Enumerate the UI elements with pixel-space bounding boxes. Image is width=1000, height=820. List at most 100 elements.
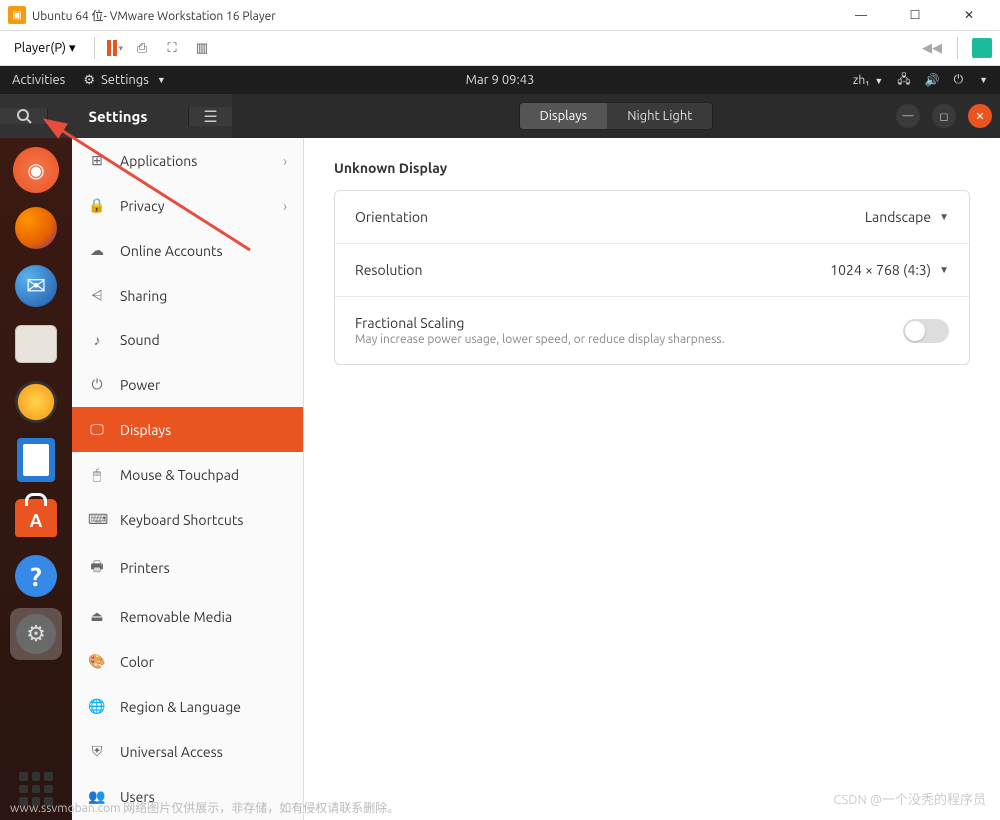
sidebar-item-label: Mouse & Touchpad: [120, 467, 239, 483]
chevron-right-icon: ›: [283, 198, 287, 214]
keyboard-shortcuts-icon: ⌨: [88, 511, 106, 528]
fractional-scaling-row: Fractional Scaling May increase power us…: [335, 297, 969, 364]
gear-icon: ⚙: [16, 614, 56, 654]
dock-ubuntu-software[interactable]: [10, 492, 62, 544]
sound-icon: ♪: [88, 332, 106, 348]
search-button[interactable]: [0, 108, 48, 124]
send-ctrl-alt-del-icon[interactable]: ⎙: [131, 37, 153, 59]
unity-icon[interactable]: ▥: [191, 37, 213, 59]
hamburger-menu[interactable]: ☰: [188, 107, 232, 126]
writer-icon: [17, 438, 55, 482]
player-menu[interactable]: Player(P) ▾: [8, 39, 82, 58]
tab-night-light[interactable]: Night Light: [607, 103, 712, 129]
activities-button[interactable]: Activities: [12, 73, 65, 87]
window-close-button[interactable]: ✕: [968, 104, 992, 128]
sidebar-item-keyboard-shortcuts[interactable]: ⌨ Keyboard Shortcuts: [72, 497, 303, 542]
resolution-value: 1024 × 768 (4:3): [830, 262, 931, 278]
sidebar-item-label: Universal Access: [120, 744, 223, 760]
input-method-indicator[interactable]: zh₁ ▼: [853, 74, 883, 87]
thunderbird-icon: ✉: [15, 265, 57, 307]
fractional-scaling-switch[interactable]: [903, 319, 949, 343]
displays-icon: 🖵: [88, 421, 106, 438]
display-panel: Orientation Landscape ▼ Resolution 1024 …: [334, 190, 970, 365]
sidebar-item-label: Displays: [120, 422, 171, 438]
orientation-row[interactable]: Orientation Landscape ▼: [335, 191, 969, 244]
firefox-icon: [15, 207, 57, 249]
tab-displays[interactable]: Displays: [520, 103, 608, 129]
dock-files[interactable]: [10, 318, 62, 370]
sidebar-item-label: Online Accounts: [120, 243, 223, 259]
sidebar-item-printers[interactable]: 🖶Printers: [72, 542, 303, 594]
dock-settings[interactable]: ⚙: [10, 608, 62, 660]
orientation-label: Orientation: [355, 209, 865, 225]
pause-icon[interactable]: ▾: [107, 40, 124, 56]
dock-show-applications[interactable]: ◉: [10, 144, 62, 196]
chevron-down-icon: ▼: [939, 264, 949, 276]
notes-icon[interactable]: [972, 38, 992, 58]
chevron-down-icon: ▼: [939, 211, 949, 223]
vmware-window-title: Ubuntu 64 位- VMware Workstation 16 Playe…: [32, 7, 838, 24]
dock-thunderbird[interactable]: ✉: [10, 260, 62, 312]
window-minimize-button[interactable]: —: [896, 104, 920, 128]
system-tray[interactable]: zh₁ ▼ 🖧 🔊 ⏻ ▼: [853, 70, 988, 91]
dock-rhythmbox[interactable]: [10, 376, 62, 428]
chevron-down-icon: ▼: [157, 75, 166, 85]
watermark-right: CSDN @一个没秃的程序员: [833, 789, 986, 808]
files-icon: [15, 325, 57, 363]
dock-firefox[interactable]: [10, 202, 62, 254]
sidebar-item-region-language[interactable]: 🌐Region & Language: [72, 684, 303, 729]
sidebar-item-universal-access[interactable]: ⛨ Universal Access: [72, 729, 303, 774]
sidebar-item-label: Color: [120, 654, 154, 670]
minimize-button[interactable]: —: [838, 0, 884, 30]
sidebar-item-removable-media[interactable]: ⏏ Removable Media: [72, 594, 303, 639]
sidebar-item-applications[interactable]: ⊞Applications›: [72, 138, 303, 183]
sidebar-item-label: Removable Media: [120, 609, 232, 625]
window-maximize-button[interactable]: ◻: [932, 104, 956, 128]
scaling-label: Fractional Scaling: [355, 315, 903, 331]
sidebar-item-displays[interactable]: 🖵 Displays: [72, 407, 303, 452]
vmware-titlebar: ▣ Ubuntu 64 位- VMware Workstation 16 Pla…: [0, 0, 1000, 30]
chevron-down-icon: ▼: [979, 75, 988, 85]
app-menu-label: Settings: [101, 73, 149, 87]
app-menu[interactable]: ⚙ Settings ▼: [83, 73, 165, 88]
chevron-right-icon: ›: [283, 153, 287, 169]
sidebar-item-mouse-touchpad[interactable]: 🖱Mouse & Touchpad: [72, 452, 303, 497]
printers-icon: 🖶: [88, 556, 106, 580]
display-section-title: Unknown Display: [334, 160, 970, 176]
applications-icon: ⊞: [88, 152, 106, 169]
sidebar-item-label: Sound: [120, 332, 160, 348]
removable-media-icon: ⏏: [88, 608, 106, 625]
universal-access-icon: ⛨: [88, 743, 106, 760]
help-icon: ?: [15, 555, 57, 597]
resolution-label: Resolution: [355, 262, 830, 278]
sidebar-item-online-accounts[interactable]: ☁Online Accounts: [72, 228, 303, 273]
ubuntu-logo-icon: ◉: [13, 147, 59, 193]
close-button[interactable]: ✕: [946, 0, 992, 30]
fullscreen-icon[interactable]: ⛶: [161, 37, 183, 59]
sidebar-item-privacy[interactable]: 🔒Privacy›: [72, 183, 303, 228]
vmware-icon: ▣: [8, 6, 26, 24]
sidebar-item-sound[interactable]: ♪ Sound: [72, 318, 303, 362]
maximize-button[interactable]: ☐: [892, 0, 938, 30]
search-icon: [16, 108, 32, 124]
gnome-top-bar: Activities ⚙ Settings ▼ Mar 9 09:43 zh₁ …: [0, 66, 1000, 94]
vmware-toolbar: Player(P) ▾ ▾ ⎙ ⛶ ▥ ◀◀: [0, 30, 1000, 66]
dock-libreoffice-writer[interactable]: [10, 434, 62, 486]
settings-content: Unknown Display Orientation Landscape ▼ …: [304, 138, 1000, 820]
sidebar-item-label: Sharing: [120, 288, 167, 304]
resolution-row[interactable]: Resolution 1024 × 768 (4:3) ▼: [335, 244, 969, 297]
dock-help[interactable]: ?: [10, 550, 62, 602]
sidebar-item-power[interactable]: ⏻Power: [72, 362, 303, 407]
sidebar-item-color[interactable]: 🎨Color: [72, 639, 303, 684]
rhythmbox-icon: [15, 381, 57, 423]
settings-title: Settings: [48, 108, 188, 125]
rewind-icon[interactable]: ◀◀: [921, 37, 943, 59]
watermark-left: www.ssvmoban.com 网络图片仅供展示，非存储，如有侵权请联系删除。: [10, 799, 399, 816]
sharing-icon: ⩤: [88, 287, 106, 304]
sidebar-item-label: Power: [120, 377, 160, 393]
sidebar-item-sharing[interactable]: ⩤ Sharing: [72, 273, 303, 318]
sidebar-item-label: Keyboard Shortcuts: [120, 512, 243, 528]
clock[interactable]: Mar 9 09:43: [466, 73, 535, 87]
volume-icon: 🔊: [925, 73, 940, 87]
orientation-value: Landscape: [865, 209, 931, 225]
